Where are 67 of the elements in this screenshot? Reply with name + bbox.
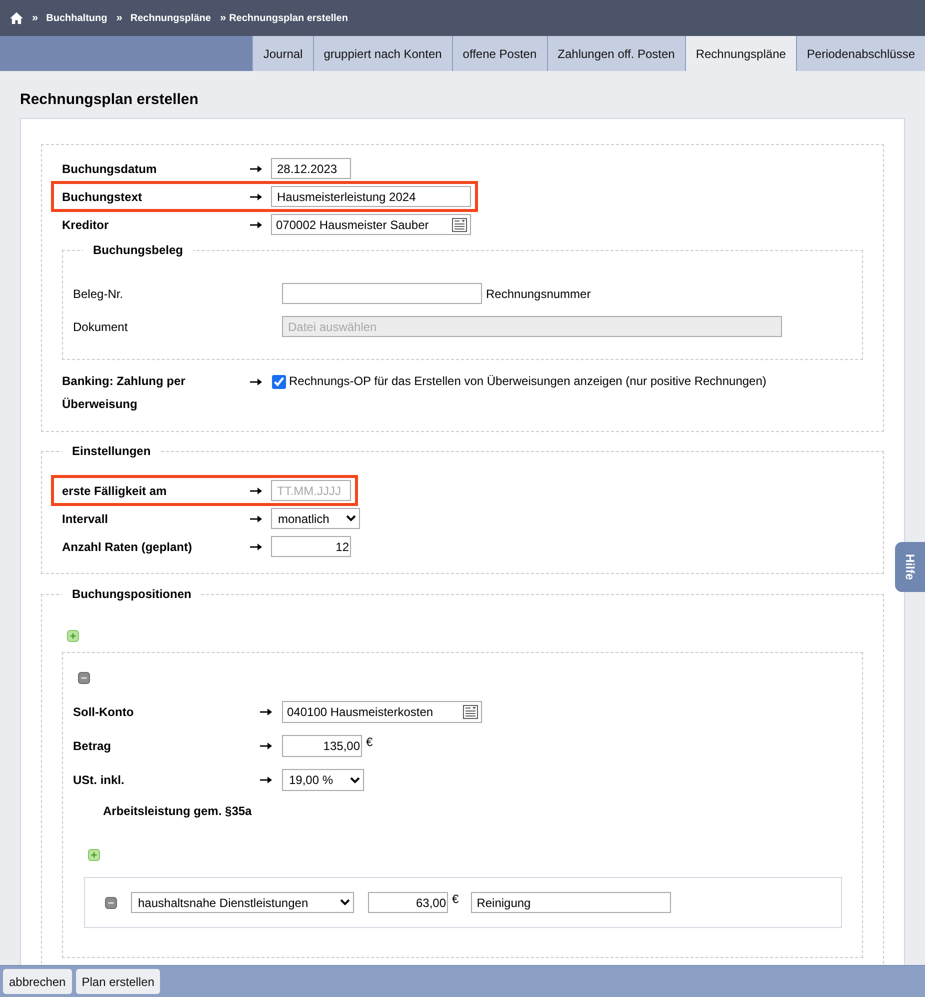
- number-field[interactable]: 12: [271, 536, 351, 557]
- cancel-button[interactable]: abbrechen: [3, 969, 72, 994]
- right-arrow-icon: [250, 378, 262, 386]
- right-arrow-icon: [260, 742, 272, 750]
- select-field[interactable]: monatlich: [271, 508, 360, 529]
- text-field[interactable]: [282, 283, 482, 304]
- field-label: Beleg-Nr.: [73, 286, 124, 300]
- field-label: Dokument: [73, 320, 129, 334]
- breadcrumb-link[interactable]: Rechnungspläne: [130, 12, 211, 24]
- checkbox-label: Rechnungs-OP für das Erstellen von Überweisungen anzeigen (nur positive Rechnungen): [289, 373, 766, 390]
- right-arrow-icon: [250, 514, 262, 522]
- tab[interactable]: Periodenabschlüsse: [796, 36, 925, 71]
- home-icon[interactable]: [10, 12, 23, 24]
- field-label: Banking: Zahlung per Überweisung: [62, 373, 186, 413]
- currency-symbol: €: [366, 735, 373, 749]
- page-title: Rechnungsplan erstellen: [20, 91, 198, 109]
- right-arrow-icon: [260, 708, 272, 716]
- submit-button[interactable]: Plan erstellen: [76, 969, 160, 994]
- list-icon[interactable]: [452, 218, 467, 232]
- field-label: Soll-Konto: [73, 705, 135, 719]
- section-legend: Einstellungen: [62, 443, 161, 459]
- tab[interactable]: Zahlungen off. Posten: [546, 36, 685, 71]
- right-arrow-icon: [250, 164, 262, 172]
- right-arrow-icon: [250, 192, 262, 200]
- lookup-field[interactable]: 040100 Hausmeisterkosten: [282, 701, 482, 723]
- minus-icon[interactable]: [105, 896, 117, 908]
- help-tab[interactable]: Hilfe: [895, 542, 925, 592]
- right-arrow-icon: [250, 220, 262, 228]
- field-label: Intervall: [62, 512, 110, 526]
- lookup-field[interactable]: 070002 Hausmeister Sauber: [271, 214, 471, 235]
- field-label: Buchungsdatum: [62, 162, 158, 176]
- breadcrumb-separator: »: [32, 12, 38, 24]
- text-field[interactable]: Reinigung: [470, 892, 671, 913]
- tab[interactable]: Journal: [252, 36, 313, 71]
- minus-icon[interactable]: [78, 672, 90, 684]
- field-label: Kreditor: [62, 218, 110, 232]
- amount-field[interactable]: 135,00: [282, 735, 362, 757]
- select-field[interactable]: haushaltsnahe Dienstleistungen: [131, 892, 354, 913]
- right-arrow-icon: [250, 486, 262, 494]
- select-field[interactable]: 19,00 %: [282, 769, 364, 791]
- tab[interactable]: gruppiert nach Konten: [312, 36, 452, 71]
- currency-symbol: €: [452, 892, 459, 906]
- subsection-title: Arbeitsleistung gem. §35a: [103, 803, 252, 819]
- breadcrumb-separator: »: [116, 12, 122, 24]
- breadcrumb-link[interactable]: Buchhaltung: [46, 12, 108, 24]
- amount-field[interactable]: 63,00: [368, 892, 448, 913]
- section-legend: Buchungspositionen: [62, 586, 202, 602]
- field-hint: Rechnungsnummer: [486, 286, 591, 300]
- date-field[interactable]: TT.MM.JJJJ: [271, 480, 351, 501]
- section-legend: Buchungsbeleg: [83, 242, 194, 258]
- plus-icon[interactable]: [88, 849, 100, 861]
- tab[interactable]: Rechnungspläne: [684, 36, 796, 71]
- breadcrumb-separator: »: [220, 12, 226, 24]
- right-arrow-icon: [260, 776, 272, 784]
- tab[interactable]: offene Posten: [452, 36, 547, 71]
- list-icon[interactable]: [463, 705, 478, 719]
- field-label: USt. inkl.: [73, 773, 126, 787]
- plus-icon[interactable]: [67, 630, 79, 642]
- date-field[interactable]: 28.12.2023: [271, 158, 351, 179]
- breadcrumb-current: Rechnungsplan erstellen: [229, 12, 348, 24]
- right-arrow-icon: [250, 542, 262, 550]
- field-label: Betrag: [73, 739, 112, 753]
- field-label: Buchungstext: [62, 190, 144, 204]
- checkbox[interactable]: [272, 375, 286, 389]
- field-label: Anzahl Raten (geplant): [62, 540, 194, 554]
- text-field[interactable]: Hausmeisterleistung 2024: [271, 186, 471, 207]
- field-label: erste Fälligkeit am: [62, 484, 168, 498]
